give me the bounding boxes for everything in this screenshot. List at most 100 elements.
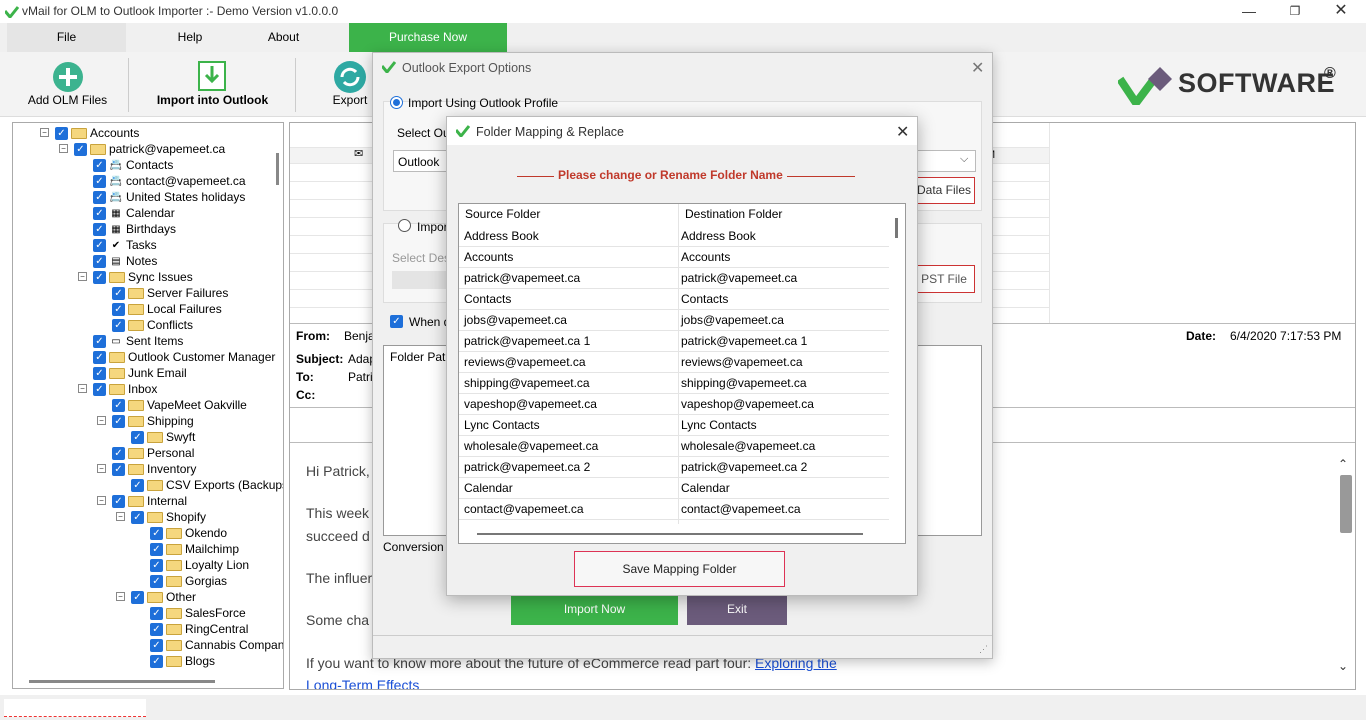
tree-item[interactable]: ✓ ✔ Tasks xyxy=(93,237,157,253)
tree-item[interactable]: ✓ Conflicts xyxy=(112,317,193,333)
tree-checkbox[interactable]: ✓ xyxy=(112,495,125,509)
export-button[interactable]: Export xyxy=(320,52,380,117)
tree-item[interactable]: ✓ Personal xyxy=(112,445,194,461)
tree-item[interactable]: ✓ patrick@vapemeet.ca xyxy=(74,141,225,157)
data-files-button[interactable]: Data Files xyxy=(913,177,975,204)
tree-checkbox[interactable]: ✓ xyxy=(150,527,163,541)
mapping-row[interactable]: patrick@vapemeet.ca 2 patrick@vapemeet.ca… xyxy=(459,457,889,478)
destination-folder-cell[interactable]: patrick@vapemeet.ca 2 xyxy=(681,457,807,478)
mapping-row[interactable]: contact@vapemeet.ca contact@vapemeet.ca xyxy=(459,499,889,520)
mapping-row[interactable]: shipping@vapemeet.ca shipping@vapemeet.ca xyxy=(459,373,889,394)
mapping-row[interactable]: jobs@vapemeet.ca jobs@vapemeet.ca xyxy=(459,310,889,331)
mapping-row[interactable]: patrick@vapemeet.ca 1 patrick@vapemeet.ca… xyxy=(459,331,889,352)
mapping-row[interactable]: reviews@vapemeet.ca reviews@vapemeet.ca xyxy=(459,352,889,373)
tree-item[interactable]: ✓ Inbox xyxy=(93,381,157,397)
tree-checkbox[interactable]: ✓ xyxy=(150,575,163,589)
mapping-dialog-close-icon[interactable]: ✕ xyxy=(896,122,909,142)
mapping-row[interactable]: Lync Contacts Lync Contacts xyxy=(459,415,889,436)
tree-item[interactable]: ✓ Sync Issues xyxy=(93,269,193,285)
tree-expander-icon[interactable]: − xyxy=(116,592,125,601)
tree-hscroll-thumb[interactable] xyxy=(29,680,215,683)
tree-expander-icon[interactable]: − xyxy=(40,128,49,137)
tree-item[interactable]: ✓ Okendo xyxy=(150,525,227,541)
restore-icon[interactable]: ❐ xyxy=(1284,2,1306,20)
exit-button[interactable]: Exit xyxy=(687,594,787,625)
tree-expander-icon[interactable]: − xyxy=(78,384,87,393)
tree-item[interactable]: ✓ ▤ Notes xyxy=(93,253,157,269)
tree-checkbox[interactable]: ✓ xyxy=(93,239,106,253)
tree-item[interactable]: ✓ Server Failures xyxy=(112,285,228,301)
menu-help[interactable]: Help xyxy=(130,23,250,52)
tree-checkbox[interactable]: ✓ xyxy=(150,607,163,621)
tree-expander-icon[interactable]: − xyxy=(97,496,106,505)
tree-checkbox[interactable]: ✓ xyxy=(93,351,106,365)
mapping-row[interactable]: patrick@vapemeet.ca patrick@vapemeet.ca xyxy=(459,268,889,289)
import-now-button[interactable]: Import Now xyxy=(511,594,678,625)
tree-expander-icon[interactable]: − xyxy=(59,144,68,153)
tree-checkbox[interactable]: ✓ xyxy=(131,511,144,525)
tree-item[interactable]: ✓ Shopify xyxy=(131,509,206,525)
destination-folder-cell[interactable]: Contacts xyxy=(681,289,728,310)
mapping-hscroll-thumb[interactable] xyxy=(477,533,863,535)
body-vscroll-thumb[interactable] xyxy=(1340,475,1352,533)
tree-checkbox[interactable]: ✓ xyxy=(112,287,125,301)
tree-checkbox[interactable]: ✓ xyxy=(93,367,106,381)
destination-folder-cell[interactable]: wholesale@vapemeet.ca xyxy=(681,436,815,457)
tree-item[interactable]: ✓ SalesForce xyxy=(150,605,246,621)
minimize-icon[interactable]: — xyxy=(1238,2,1260,20)
tree-checkbox[interactable]: ✓ xyxy=(93,255,106,269)
tree-checkbox[interactable]: ✓ xyxy=(93,159,106,173)
tree-checkbox[interactable]: ✓ xyxy=(93,383,106,397)
tree-checkbox[interactable]: ✓ xyxy=(112,447,125,461)
tree-checkbox[interactable]: ✓ xyxy=(74,143,87,157)
save-mapping-folder-button[interactable]: Save Mapping Folder xyxy=(574,551,785,587)
tree-checkbox[interactable]: ✓ xyxy=(112,463,125,477)
tree-checkbox[interactable]: ✓ xyxy=(93,271,106,285)
tree-item[interactable]: ✓ RingCentral xyxy=(150,621,248,637)
tree-item[interactable]: ✓ Internal xyxy=(112,493,187,509)
when-checkbox[interactable]: ✓ xyxy=(390,315,403,328)
import-into-outlook-button[interactable]: Import into Outlook xyxy=(150,52,275,117)
tree-item[interactable]: ✓ Junk Email xyxy=(93,365,187,381)
menu-about[interactable]: About xyxy=(250,23,317,52)
add-olm-files-button[interactable]: Add OLM Files xyxy=(20,52,115,117)
tree-checkbox[interactable]: ✓ xyxy=(112,415,125,429)
destination-folder-cell[interactable]: contact@vapemeet.ca xyxy=(681,499,801,520)
profile-radio[interactable] xyxy=(390,96,403,109)
tree-checkbox[interactable]: ✓ xyxy=(93,207,106,221)
purchase-now-tab[interactable]: Purchase Now xyxy=(349,23,507,52)
tree-item[interactable]: ✓ Other xyxy=(131,589,196,605)
destination-folder-cell[interactable]: shipping@vapemeet.ca xyxy=(681,373,807,394)
tree-expander-icon[interactable]: − xyxy=(97,464,106,473)
tree-item[interactable]: ✓ ▭ Sent Items xyxy=(93,333,183,349)
tree-item[interactable]: ✓ Outlook Customer Manager xyxy=(93,349,275,365)
mapping-row[interactable]: Address Book Address Book xyxy=(459,226,889,247)
mapping-row[interactable]: Contacts Contacts xyxy=(459,289,889,310)
tree-checkbox[interactable]: ✓ xyxy=(150,623,163,637)
tree-checkbox[interactable]: ✓ xyxy=(131,479,144,493)
export-dialog-close-icon[interactable]: ✕ xyxy=(971,58,984,78)
tree-item[interactable]: ✓ Blogs xyxy=(150,653,215,669)
tree-checkbox[interactable]: ✓ xyxy=(131,431,144,445)
tree-expander-icon[interactable]: − xyxy=(78,272,87,281)
mapping-vscroll-thumb[interactable] xyxy=(895,218,898,238)
tree-expander-icon[interactable]: − xyxy=(97,416,106,425)
tree-checkbox[interactable]: ✓ xyxy=(93,191,106,205)
pst-file-button[interactable]: PST File xyxy=(913,265,975,293)
destination-folder-cell[interactable]: Address Book xyxy=(681,226,756,247)
mapping-row[interactable]: vapeshop@vapemeet.ca vapeshop@vapemeet.ca xyxy=(459,394,889,415)
scroll-down-icon[interactable]: ⌄ xyxy=(1338,659,1348,673)
tree-checkbox[interactable]: ✓ xyxy=(55,127,68,141)
mapping-row[interactable]: Accounts Accounts xyxy=(459,247,889,268)
import-radio[interactable] xyxy=(398,219,411,232)
destination-folder-cell[interactable]: patrick@vapemeet.ca xyxy=(681,268,797,289)
tree-checkbox[interactable]: ✓ xyxy=(93,175,106,189)
close-window-icon[interactable]: ✕ xyxy=(1330,2,1352,20)
tree-item[interactable]: ✓ Local Failures xyxy=(112,301,222,317)
destination-folder-cell[interactable]: jobs@vapemeet.ca xyxy=(681,310,784,331)
tree-item[interactable]: ✓ 📇 Contacts xyxy=(93,157,173,173)
tree-checkbox[interactable]: ✓ xyxy=(112,399,125,413)
destination-folder-cell[interactable]: Accounts xyxy=(681,247,730,268)
tree-expander-icon[interactable]: − xyxy=(116,512,125,521)
tree-checkbox[interactable]: ✓ xyxy=(150,559,163,573)
